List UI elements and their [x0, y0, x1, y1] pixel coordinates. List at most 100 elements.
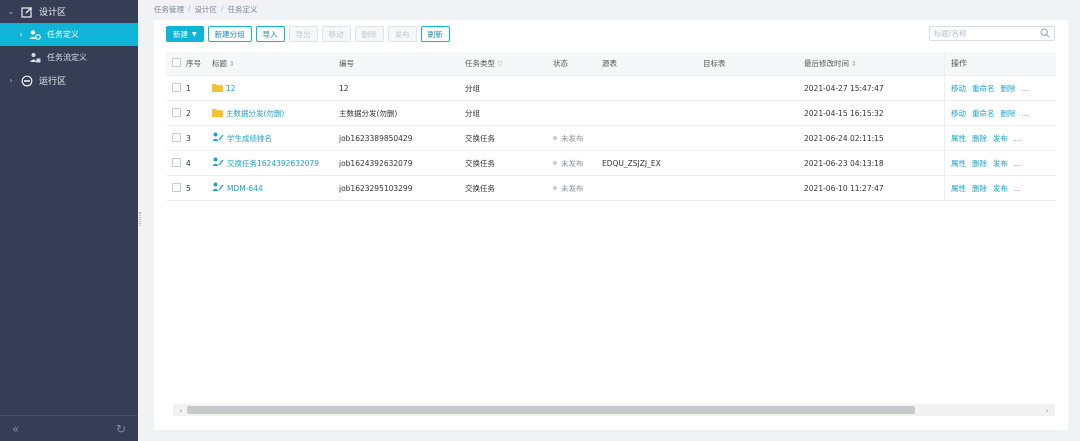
row-title[interactable]: 学生成绩排名: [212, 132, 339, 144]
row-checkbox[interactable]: [172, 82, 181, 92]
sidebar-group-run[interactable]: › 运行区: [0, 69, 138, 92]
splitter-handle[interactable]: [139, 212, 141, 226]
publish-button[interactable]: 发布: [387, 26, 417, 42]
task-icon: [212, 157, 224, 169]
import-button[interactable]: 导入: [255, 26, 285, 42]
double-chevron-left-icon[interactable]: «: [12, 422, 19, 436]
row-actions: 属性 删除 发布...: [944, 151, 1056, 175]
row-checkbox[interactable]: [172, 107, 181, 117]
table-row[interactable]: 3 学生成绩排名 job1623389850429 交换任务 未发布 2021-…: [166, 126, 1056, 151]
row-checkbox[interactable]: [172, 157, 181, 167]
run-icon: [20, 74, 34, 88]
row-actions: 移动 重命名 删除...: [944, 101, 1056, 125]
row-action-button[interactable]: 删除: [972, 158, 987, 169]
row-title[interactable]: 交换任务1624392632079: [212, 157, 339, 169]
title-link[interactable]: 主数据分发(勿删): [226, 108, 284, 119]
title-link[interactable]: MDM-644: [227, 184, 263, 193]
search-input[interactable]: [934, 29, 1034, 38]
row-index: 2: [186, 108, 191, 118]
row-modified: 2021-04-15 16:15:32: [804, 108, 884, 118]
table-row[interactable]: 1 12 12 分组 2021-04-27 15:47:47 移动 重命名 删除..…: [166, 76, 1056, 101]
header-target: 目标表: [703, 59, 726, 68]
row-title[interactable]: 主数据分发(勿删): [212, 108, 339, 119]
row-action-button[interactable]: 属性: [951, 158, 966, 169]
scrollbar-thumb[interactable]: [187, 406, 915, 414]
horizontal-scrollbar[interactable]: ‹ ›: [173, 404, 1055, 416]
row-index: 1: [186, 83, 191, 93]
header-modified[interactable]: 最后修改时间 ⇕: [804, 58, 944, 69]
table-row[interactable]: 4 交换任务1624392632079 job1624392632079 交换任…: [166, 151, 1056, 176]
row-action-button[interactable]: 移动: [951, 83, 966, 94]
move-button[interactable]: 移动: [321, 26, 351, 42]
row-code: job1623295103299: [339, 183, 413, 193]
task-def-icon: [28, 28, 42, 42]
row-status: 未发布: [553, 183, 602, 194]
row-action-button[interactable]: 删除: [972, 133, 987, 144]
row-action-button[interactable]: 删除: [1001, 108, 1016, 119]
row-checkbox[interactable]: [172, 132, 181, 142]
row-action-button[interactable]: 重命名: [972, 108, 995, 119]
row-title[interactable]: MDM-644: [212, 182, 339, 194]
sort-icon[interactable]: ⇕: [851, 60, 857, 68]
row-type: 分组: [465, 108, 480, 118]
new-button[interactable]: 新建 ▼: [166, 26, 204, 42]
select-all-checkbox[interactable]: [172, 58, 181, 67]
toolbar: 新建 ▼ 新建分组 导入 导出 移动 删除 发布 刷新: [166, 26, 450, 42]
more-actions-button[interactable]: ...: [1014, 184, 1021, 193]
main-panel: 新建 ▼ 新建分组 导入 导出 移动 删除 发布 刷新 序号 标题⇕ 编号 任务…: [154, 20, 1068, 430]
breadcrumb-item[interactable]: 任务管理: [154, 4, 184, 15]
status-dot-icon: [553, 186, 557, 190]
delete-button[interactable]: 删除: [354, 26, 384, 42]
refresh-button[interactable]: 刷新: [420, 26, 450, 42]
row-checkbox[interactable]: [172, 182, 181, 192]
title-link[interactable]: 交换任务1624392632079: [227, 158, 319, 169]
scroll-right-icon[interactable]: ›: [1041, 404, 1053, 416]
row-action-button[interactable]: 重命名: [972, 83, 995, 94]
export-button[interactable]: 导出: [288, 26, 318, 42]
sort-icon[interactable]: ⇕: [229, 60, 235, 68]
header-type[interactable]: 任务类型 ▽: [465, 58, 553, 69]
row-code: job1624392632079: [339, 158, 413, 168]
row-action-button[interactable]: 属性: [951, 133, 966, 144]
breadcrumb: 任务管理 / 设计区 / 任务定义: [154, 4, 258, 15]
header-source: 源表: [602, 59, 617, 68]
status-badge: 未发布: [561, 183, 584, 193]
row-action-button[interactable]: 属性: [951, 183, 966, 194]
refresh-icon[interactable]: ↻: [116, 422, 126, 436]
task-table: 序号 标题 ⇕ 编号 任务类型 ▽ 状态 源表 目标表 最后修改时间 ⇕ 操作 1 1…: [166, 52, 1056, 201]
row-action-button[interactable]: 移动: [951, 108, 966, 119]
row-type: 交换任务: [465, 183, 495, 193]
table-row[interactable]: 5 MDM-644 job1623295103299 交换任务 未发布 2021…: [166, 176, 1056, 201]
breadcrumb-item: 任务定义: [227, 5, 258, 14]
row-index: 3: [186, 133, 191, 143]
title-link[interactable]: 12: [226, 84, 236, 93]
row-action-button[interactable]: 发布: [993, 158, 1008, 169]
row-action-button[interactable]: 删除: [972, 183, 987, 194]
sidebar: ⌄ 设计区 › 任务定义 任务流定义 › 运行区 « ↻: [0, 0, 138, 441]
more-actions-button[interactable]: ...: [1022, 109, 1029, 118]
more-actions-button[interactable]: ...: [1014, 159, 1021, 168]
sidebar-item-task-definition[interactable]: › 任务定义: [0, 23, 138, 46]
row-action-button[interactable]: 删除: [1001, 83, 1016, 94]
more-actions-button[interactable]: ...: [1014, 134, 1021, 143]
header-code: 编号: [339, 59, 354, 68]
scroll-left-icon[interactable]: ‹: [175, 404, 187, 416]
breadcrumb-item[interactable]: 设计区: [195, 4, 218, 15]
more-actions-button[interactable]: ...: [1022, 84, 1029, 93]
header-title[interactable]: 标题 ⇕: [212, 58, 339, 69]
search-icon[interactable]: [1040, 27, 1050, 40]
sidebar-group-label: 设计区: [39, 8, 67, 18]
table-row[interactable]: 2 主数据分发(勿删) 主数据分发(勿删) 分组 2021-04-15 16:1…: [166, 101, 1056, 126]
sidebar-group-design[interactable]: ⌄ 设计区: [0, 0, 138, 23]
filter-icon[interactable]: ▽: [497, 60, 502, 68]
title-link[interactable]: 学生成绩排名: [227, 133, 272, 144]
sidebar-item-task-flow[interactable]: 任务流定义: [0, 46, 138, 69]
row-action-button[interactable]: 发布: [993, 183, 1008, 194]
row-action-button[interactable]: 发布: [993, 133, 1008, 144]
header-index: 序号: [186, 59, 201, 68]
caret-down-icon: ▼: [192, 30, 197, 38]
row-actions: 移动 重命名 删除...: [944, 76, 1056, 100]
row-title[interactable]: 12: [212, 83, 339, 94]
new-group-button[interactable]: 新建分组: [207, 26, 252, 42]
sidebar-item-label: 任务流定义: [47, 53, 87, 62]
